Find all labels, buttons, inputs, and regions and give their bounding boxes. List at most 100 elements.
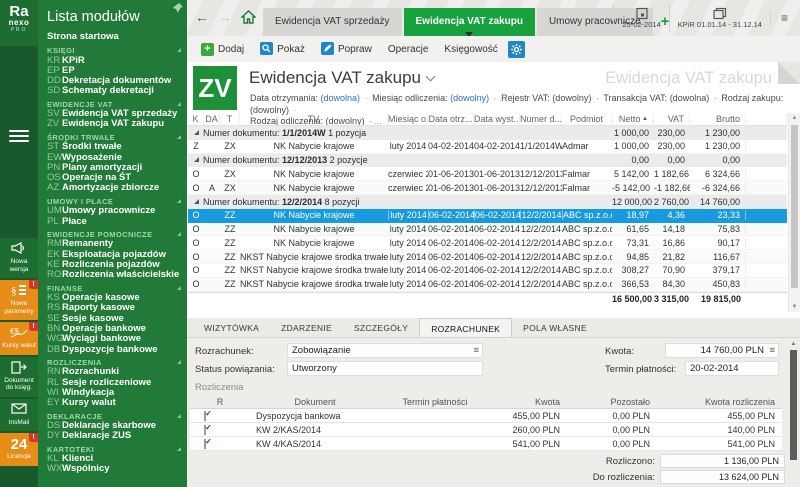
rozliczenia-row[interactable]: Dyspozycja bankowa455,00 PLN0,00 PLN455,…	[190, 409, 782, 423]
column-header-vat[interactable]: VAT	[654, 113, 690, 125]
filter-value[interactable]: (dowolna)	[670, 93, 710, 103]
status-field[interactable]: Utworzony	[287, 361, 483, 376]
table-row[interactable]: OZZNK Nabycie krajoweluty 201406-02-2014…	[188, 223, 787, 237]
rozrachunek-field[interactable]: Zobowiązanie≡	[287, 343, 483, 358]
rozliczenia-column-r[interactable]: R	[190, 397, 250, 407]
settings-button[interactable]	[508, 41, 525, 58]
module-list-toggle-icon[interactable]	[9, 130, 29, 142]
sidebar-group-ksi-gi[interactable]: KSIĘGI	[47, 46, 183, 56]
expander-icon[interactable]	[194, 199, 199, 204]
sidebar-group-finanse[interactable]: FINANSE	[47, 284, 183, 294]
rozliczenia-column-kwota-rozliczenia[interactable]: Kwota rozliczenia	[655, 397, 780, 407]
poka--button[interactable]: Pokaż	[254, 40, 311, 58]
sidebar-item-ro[interactable]: RORozliczenia właścicielskie	[47, 270, 183, 280]
sidebar-group-rozliczenia[interactable]: ROZLICZENIA	[47, 358, 183, 368]
column-header-tv[interactable]: TV	[240, 113, 388, 125]
expander-icon[interactable]	[194, 130, 199, 135]
rail-item-dokument-do-ksieg[interactable]: Dokument do księg.	[0, 357, 38, 397]
table-row[interactable]: OAZXNK Nabycie krajoweczerwiec 2...01-06…	[188, 181, 787, 195]
column-header-t[interactable]: T	[220, 113, 240, 125]
checkbox-checked[interactable]	[204, 411, 206, 421]
sidebar-item-az[interactable]: AZAmortyzacje zbiorcze	[47, 183, 183, 193]
expander-icon[interactable]	[194, 157, 199, 162]
details-tab-pola-w-asne[interactable]: POLA WŁASNE	[512, 318, 598, 337]
checkbox-checked[interactable]	[204, 439, 206, 449]
sidebar-group--rodki-trwa-e[interactable]: ŚRODKI TRWAŁE	[47, 133, 183, 143]
filter-value[interactable]: (dowolna)	[321, 93, 361, 103]
rozliczenia-row[interactable]: KW 4/KAS/2014541,00 PLN0,00 PLN541,00 PL…	[190, 437, 782, 451]
column-header-numer-d-[interactable]: Numer d...	[520, 113, 562, 125]
tab-ewidencja-vat-zakupu[interactable]: Ewidencja VAT zakupu	[404, 8, 535, 36]
rail-item-nowa-wersja[interactable]: Nowa wersja	[0, 238, 38, 278]
nav-forward-icon[interactable]: →	[218, 9, 232, 25]
sidebar-item-sd[interactable]: SDSchematy dekretacji	[47, 86, 183, 96]
scroll-down-icon[interactable]: ▼	[789, 302, 800, 312]
operacje-button[interactable]: Operacje	[382, 42, 435, 57]
kwota-field[interactable]: 14 760,00 PLN≡	[665, 343, 779, 358]
sidebar-group-ewidencje-vat[interactable]: EWIDENCJE VAT	[47, 100, 183, 110]
table-row[interactable]: OZZNK Nabycie krajoweluty 201406-02-2014…	[188, 209, 787, 223]
table-row[interactable]: OZZNK Nabycie krajoweluty 201406-02-2014…	[188, 236, 787, 250]
menu-icon[interactable]: ≡	[770, 11, 792, 25]
column-header-k[interactable]: K	[188, 113, 204, 125]
current-date-widget[interactable]: 25-02-2014	[613, 4, 668, 32]
sidebar-item-strona-startowa[interactable]: Strona startowa	[38, 31, 187, 42]
sidebar-item-db[interactable]: DBDyspozycje bankowe	[47, 345, 183, 355]
column-header-da[interactable]: DA	[204, 113, 220, 125]
sidebar-group-ewidencje-pomocnicze[interactable]: EWIDENCJE POMOCNICZE	[47, 230, 183, 240]
tab-ewidencja-vat-sprzeda-y[interactable]: Ewidencja VAT sprzedaży	[263, 8, 402, 36]
sidebar-item-wx[interactable]: WXWspólnicy	[47, 464, 183, 474]
sidebar-item-zv[interactable]: ZVEwidencja VAT zakupu	[47, 119, 183, 129]
sidebar-group-kartoteki[interactable]: KARTOTEKI	[47, 445, 183, 455]
ksi-gowo--button[interactable]: Księgowość	[438, 42, 503, 57]
scroll-thumb[interactable]	[791, 125, 798, 288]
table-row[interactable]: ZZXNK Nabycie krajoweluty 201404-02-2014…	[188, 140, 787, 154]
sidebar-item-ey[interactable]: EYKursy walut	[47, 398, 183, 408]
scroll-up-icon[interactable]: ▲	[789, 113, 800, 123]
app-logo[interactable]: Ra nexo PRO	[0, 0, 38, 46]
filter-value[interactable]: (dowolny)	[450, 93, 489, 103]
table-row[interactable]: OZZNKST Nabycie krajowe środka trwałegol…	[188, 278, 787, 292]
dropdown-icon[interactable]: ≡	[473, 344, 479, 357]
rail-item-licencje[interactable]: !24Licencje	[0, 433, 38, 466]
popraw-button[interactable]: Popraw	[315, 40, 378, 58]
rail-item-kursy-walut[interactable]: !€$Kursy walut	[0, 322, 38, 355]
scroll-thumb[interactable]	[790, 350, 797, 460]
column-header-miesi-c-o-[interactable]: Miesiąc o...	[388, 113, 428, 125]
table-row[interactable]: OZZNKST Nabycie krajowe środka trwałegol…	[188, 264, 787, 278]
details-tab-zdarzenie[interactable]: ZDARZENIE	[270, 318, 343, 337]
column-header-brutto[interactable]: Brutto	[690, 113, 746, 125]
column-header-netto[interactable]: Netto ▲	[612, 113, 654, 125]
dropdown-icon[interactable]: ≡	[769, 344, 775, 357]
termin-field[interactable]: 20-02-2014	[685, 361, 779, 376]
details-scrollbar[interactable]: ▲	[788, 340, 799, 485]
rozliczenia-column-dokument[interactable]: Dokument	[250, 397, 380, 407]
table-row[interactable]: OZZNKST Nabycie krajowe środka trwałegol…	[188, 250, 787, 264]
rail-item-nowe-parametry[interactable]: !§Nowe parametry	[0, 280, 38, 320]
rail-item-insmail[interactable]: InsMail	[0, 399, 38, 432]
rozliczenia-row[interactable]: KW 2/KAS/2014260,00 PLN0,00 PLN140,00 PL…	[190, 423, 782, 437]
table-group-row[interactable]: Numer dokumentu: 12/12/2013 2 pozycje0,0…	[188, 154, 787, 168]
home-icon[interactable]	[241, 10, 256, 24]
sidebar-item-pl[interactable]: PLPłace	[47, 217, 183, 227]
dodaj-button[interactable]: +Dodaj	[195, 41, 250, 58]
period-widget[interactable]: KPiR 01.01.14 - 31.12.14	[669, 4, 770, 32]
details-tab-rozrachunek[interactable]: ROZRACHUNEK	[419, 318, 512, 337]
table-scrollbar[interactable]: ▲ ▼	[788, 113, 800, 312]
table-row[interactable]: OZXNK Nabycie krajoweczerwiec 2...01-06-…	[188, 167, 787, 181]
details-tab-szczeg-y[interactable]: SZCZEGÓŁY	[343, 318, 419, 337]
table-group-row[interactable]: Numer dokumentu: 12/2/2014 8 pozycji12 0…	[188, 195, 787, 209]
scroll-up-icon[interactable]: ▲	[788, 340, 799, 349]
filter-value[interactable]: (dowolny)	[552, 93, 591, 103]
checkbox-checked[interactable]	[204, 425, 206, 435]
rozliczenia-column-kwota[interactable]: Kwota	[490, 397, 565, 407]
rozliczenia-column-termin-p-atno-ci[interactable]: Termin płatności	[380, 397, 490, 407]
sidebar-group-umowy-i-p-ace[interactable]: UMOWY I PŁACE	[47, 197, 183, 207]
column-header-data-wyst-[interactable]: Data wyst...	[474, 113, 520, 125]
rozliczenia-column-pozosta-o[interactable]: Pozostało	[565, 397, 655, 407]
pin-icon[interactable]	[173, 3, 183, 13]
column-header-podmiot[interactable]: Podmiot	[562, 113, 612, 125]
page-title[interactable]: Ewidencja VAT zakupu	[249, 68, 434, 88]
column-header-data-otrz-[interactable]: Data otrz...	[428, 113, 474, 125]
nav-back-icon[interactable]: ←	[195, 9, 209, 25]
